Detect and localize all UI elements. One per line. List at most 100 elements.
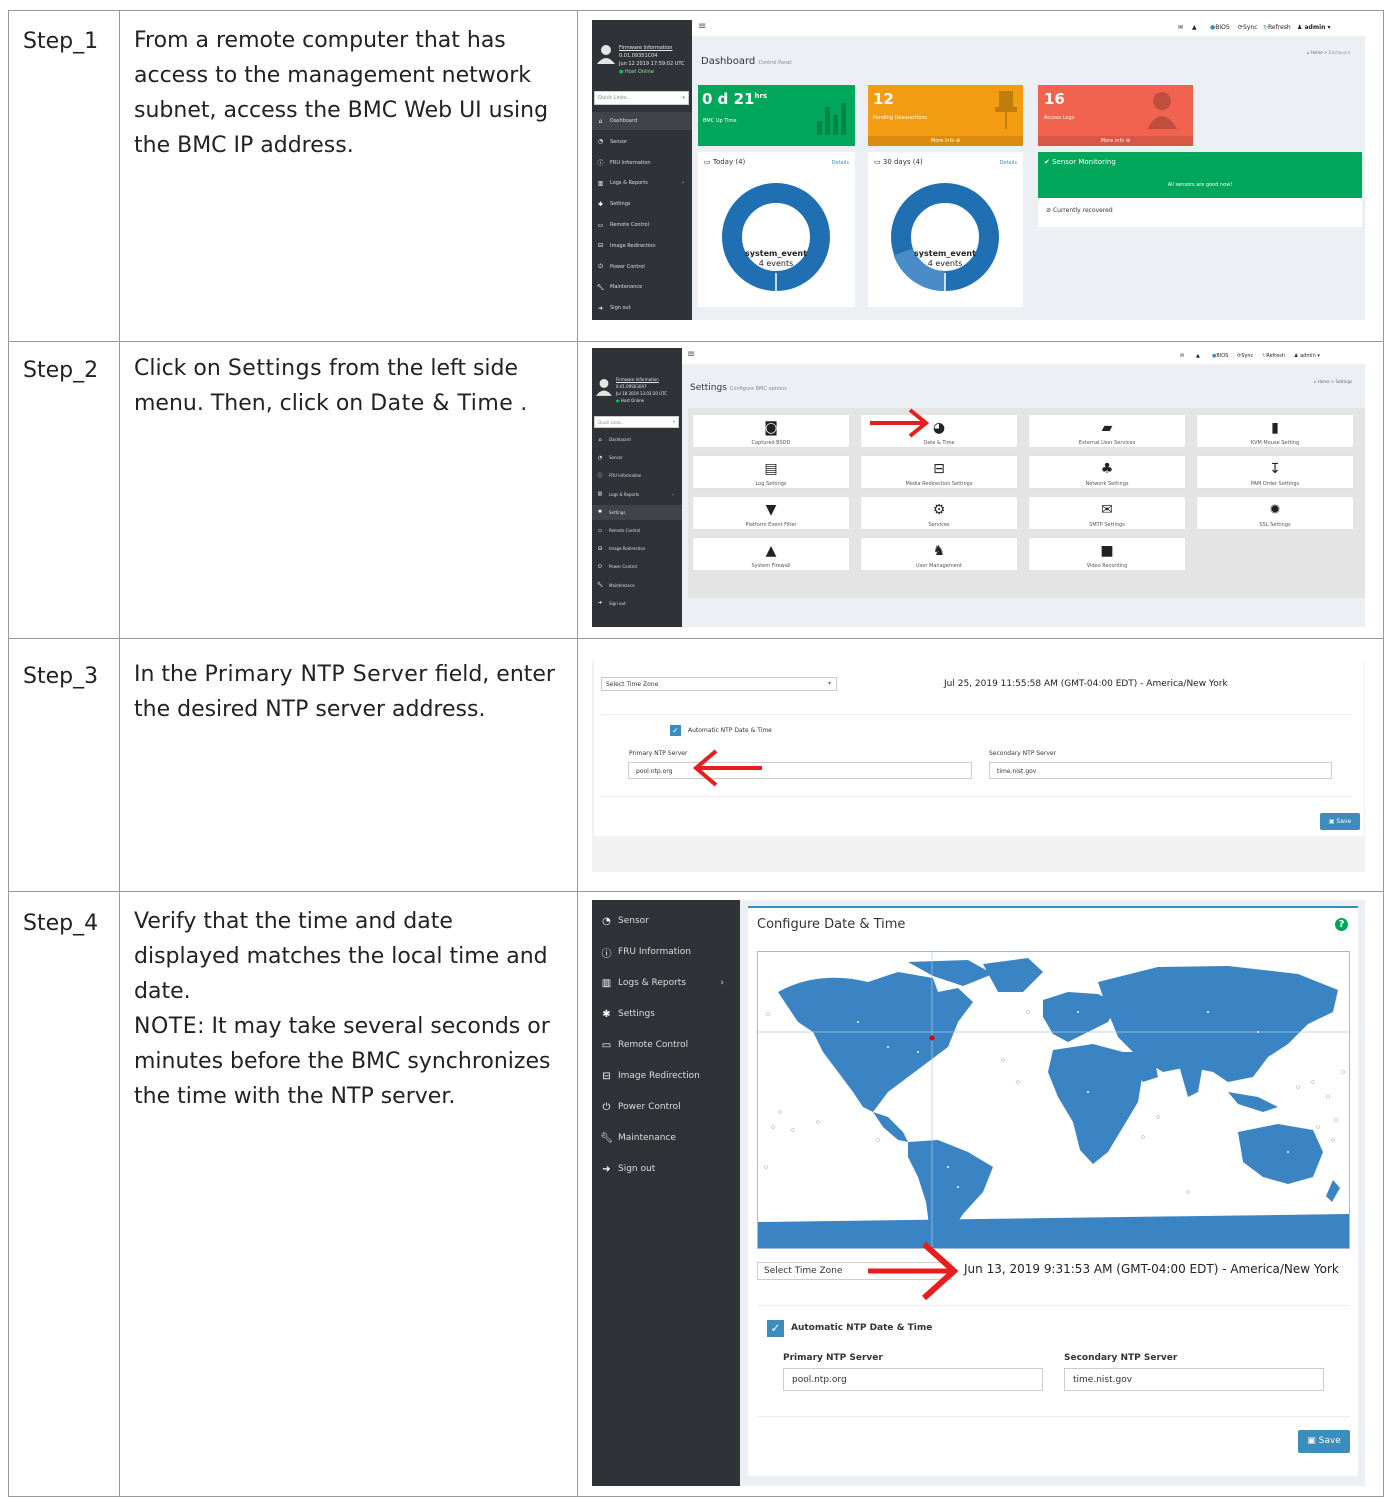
refresh-link[interactable]: ↻Refresh [1262,353,1285,359]
sidebar-item-sign-out[interactable]: ➜ Sign out [592,1158,740,1180]
sidebar-item-logs-reports[interactable]: ▥ Logs & Reports › [592,972,740,994]
breadcrumb: ⌂ Home > Dashboard [1307,50,1351,55]
bios-link[interactable]: ●BIOS [1210,24,1230,31]
chart-icon: ▥ [597,179,604,187]
sidebar-item-power-control[interactable]: ⏻ Power Control [592,258,692,276]
tile-user-management[interactable]: ♞ User Management [860,537,1018,571]
hamburger-icon[interactable]: ≡ [687,349,695,360]
tile-ssl-settings[interactable]: ✹ SSL Settings [1196,496,1354,530]
sidebar-item-fru-information[interactable]: ⓘ FRU Information [592,941,740,963]
timezone-select[interactable]: Select Time Zone ▾ [601,677,837,691]
sidebar-item-image-redirection[interactable]: ⊟ Image Redirection [592,1065,740,1087]
tile-system-firewall[interactable]: ▲ System Firewall [692,537,850,571]
deassertions-value: 12 [873,90,894,108]
sidebar-item-sign-out[interactable]: ➜ Sign out [592,596,682,611]
row-divider [9,638,1383,639]
envelope-icon[interactable]: ✉ [1180,353,1184,359]
sidebar-item-fru-information[interactable]: ⓘ FRU Information [592,468,682,483]
tile-kvm-mouse-setting[interactable]: ▮ KVM Mouse Setting [1196,414,1354,448]
primary-ntp-input[interactable]: pool.ntp.org [628,762,972,779]
30days-event-count: 4 events [927,259,963,268]
sidebar-item-dashboard[interactable]: ⌂ Dashboard [592,432,682,447]
primary-ntp-input[interactable]: pool.ntp.org [783,1368,1043,1391]
tile-media-redirection-settings[interactable]: ⊟ Media Redirection Settings [860,455,1018,489]
firmware-link[interactable]: Firmware Information [616,376,667,383]
sidebar-item-label: Settings [610,201,631,208]
sidebar-item-maintenance[interactable]: 🔧︎ Maintenance [592,578,682,593]
tile-network-settings[interactable]: ♣ Network Settings [1028,455,1186,489]
sidebar-item-remote-control[interactable]: ▭ Remote Control [592,523,682,538]
quick-links-select[interactable]: Quick Links... ▾ [594,91,689,105]
sidebar-item-power-control[interactable]: ⏻ Power Control [592,1096,740,1118]
sidebar-item-remote-control[interactable]: ▭ Remote Control [592,216,692,234]
tile-platform-event-filter[interactable]: ▼ Platform Event Filter [692,496,850,530]
sidebar-item-maintenance[interactable]: 🔧︎ Maintenance [592,1127,740,1149]
tile-external-user-services[interactable]: ▰ External User Services [1028,414,1186,448]
sidebar-item-fru-information[interactable]: ⓘ FRU Information [592,154,692,172]
save-label: Save [1318,1436,1341,1446]
help-icon[interactable]: ? [1335,918,1348,931]
host-status: ● Host Online [619,68,685,76]
tile-log-settings[interactable]: ▤ Log Settings [692,455,850,489]
sidebar-item-label: Logs & Reports [609,491,640,497]
primary-ntp-label: Primary NTP Server [629,750,688,757]
tile-video-recording[interactable]: ■ Video Recording [1028,537,1186,571]
wrench-icon: 🔧︎ [596,582,604,589]
sidebar-item-image-redirection[interactable]: ⊟ Image Redirection [592,237,692,255]
tile-pam-order-settings[interactable]: ↧ PAM Order Settings [1196,455,1354,489]
sidebar-item-maintenance[interactable]: 🔧︎ Maintenance [592,278,692,296]
user-menu[interactable]: ♟ admin ▾ [1294,353,1320,359]
refresh-link[interactable]: ↻Refresh [1263,24,1291,31]
auto-ntp-checkbox[interactable]: ✓ [670,725,681,736]
sidebar-item-label: Power Control [609,564,637,570]
book-icon: ▰ [1101,420,1113,436]
save-button[interactable]: ▣ Save [1298,1430,1350,1453]
sidebar-item-logs-reports[interactable]: ▥ Logs & Reports › [592,174,692,192]
tile-smtp-settings[interactable]: ✉ SMTP Settings [1028,496,1186,530]
sidebar-item-image-redirection[interactable]: ⊟ Image Redirection [592,541,682,556]
auto-ntp-checkbox[interactable]: ✓ [767,1320,784,1337]
tile-captured-bsod[interactable]: ◙ Captured BSOD [692,414,850,448]
30days-title-text: 30 days [882,158,911,166]
breadcrumb-home[interactable]: Home [1311,50,1323,55]
timezone-map[interactable] [757,951,1350,1249]
sidebar-item-sign-out[interactable]: ➜ Sign out [592,299,692,317]
gauge-icon: ◔ [602,915,611,927]
quick-links-select[interactable]: Quick Links... ▾ [594,416,679,428]
today-donut-chart [722,183,830,292]
breadcrumb-home[interactable]: Home [1318,379,1330,384]
user-menu[interactable]: ♟ admin ▾ [1297,24,1331,31]
firmware-version: 0.01.09351C04 [619,53,658,59]
sidebar-item-settings[interactable]: ✱ Settings [592,1003,740,1025]
warning-icon[interactable]: ▲ [1196,353,1200,359]
tile-label: System Firewall [751,563,791,569]
secondary-ntp-input[interactable]: time.nist.gov [1064,1368,1324,1391]
secondary-ntp-input[interactable]: time.nist.gov [989,762,1332,779]
today-details-link[interactable]: Details [832,160,849,166]
sync-link[interactable]: ⟳Sync [1238,24,1258,31]
warning-icon[interactable]: ▲ [1192,24,1197,31]
sidebar-item-label: Dashboard [610,118,638,124]
hamburger-icon[interactable]: ≡ [698,21,706,32]
30days-details-link[interactable]: Details [1000,160,1017,166]
today-title: ▭ Today (4) [704,158,745,166]
access-logs-more-link[interactable]: More info ⊕ [1038,136,1193,146]
sidebar-item-sensor[interactable]: ◔ Sensor [592,450,682,465]
sidebar-item-power-control[interactable]: ⏻ Power Control [592,559,682,574]
tile-services[interactable]: ⚙ Services [860,496,1018,530]
bios-link[interactable]: ●BIOS [1212,353,1228,359]
sidebar-item-sensor[interactable]: ◔ Sensor [592,910,740,932]
sidebar-item-settings[interactable]: ✱ Settings [592,504,682,520]
envelope-icon[interactable]: ✉ [1178,24,1183,31]
step-3-primary-term: Primary NTP Server [204,662,428,687]
sidebar-item-remote-control[interactable]: ▭ Remote Control [592,1034,740,1056]
sidebar-item-settings[interactable]: ✱ Settings [592,195,692,213]
sync-link[interactable]: ⟳Sync [1237,353,1253,359]
breadcrumb-current: Dashboard [1328,50,1351,55]
sidebar-item-logs-reports[interactable]: ▥ Logs & Reports › [592,487,682,502]
deassertions-more-link[interactable]: More info ⊕ [868,136,1023,146]
sidebar-item-dashboard[interactable]: ⌂ Dashboard [592,112,692,130]
firmware-link[interactable]: Firmware Information [619,44,685,52]
sidebar-item-sensor[interactable]: ◔ Sensor [592,133,692,151]
save-button[interactable]: ▣ Save [1320,813,1360,830]
